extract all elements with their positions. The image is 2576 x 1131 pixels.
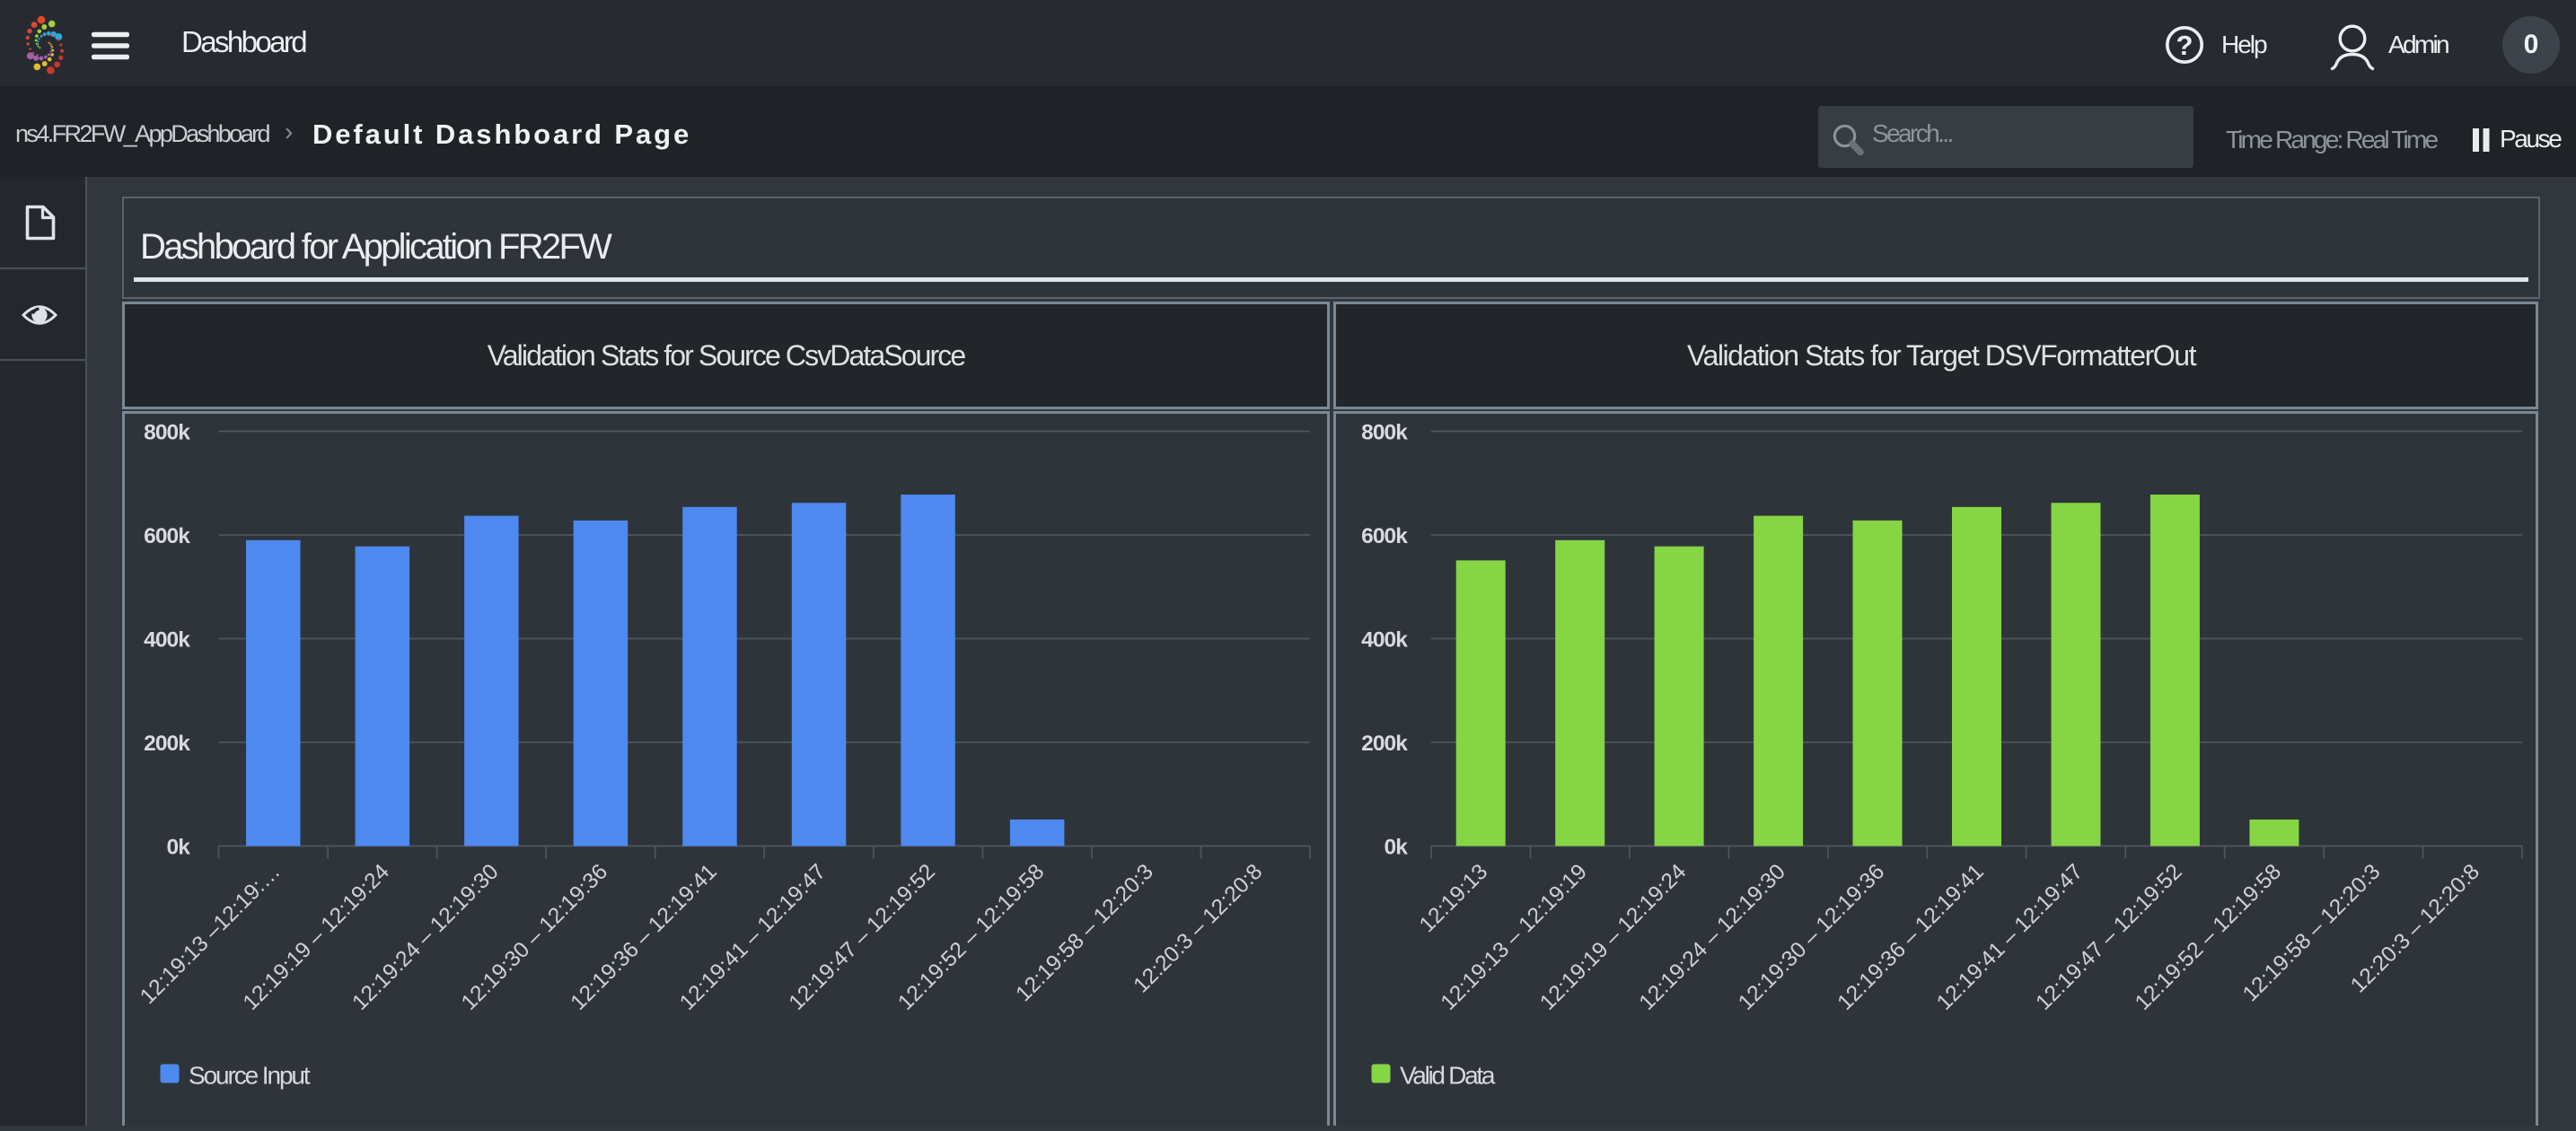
svg-text:?: ? xyxy=(2176,30,2194,61)
svg-text:12:19:13: 12:19:13 xyxy=(1415,859,1493,937)
svg-text:0k: 0k xyxy=(1385,835,1409,859)
svg-text:200k: 200k xyxy=(144,731,190,755)
svg-text:400k: 400k xyxy=(144,627,190,652)
svg-text:0k: 0k xyxy=(167,835,191,859)
svg-text:600k: 600k xyxy=(1361,523,1408,548)
svg-text:600k: 600k xyxy=(144,523,190,548)
svg-text:800k: 800k xyxy=(144,420,190,444)
svg-text:Valid Data: Valid Data xyxy=(1400,1061,1496,1089)
svg-text:Source Input: Source Input xyxy=(189,1061,311,1089)
svg-text:800k: 800k xyxy=(1361,420,1408,444)
svg-text:200k: 200k xyxy=(1361,731,1408,755)
svg-text:400k: 400k xyxy=(1361,627,1408,652)
